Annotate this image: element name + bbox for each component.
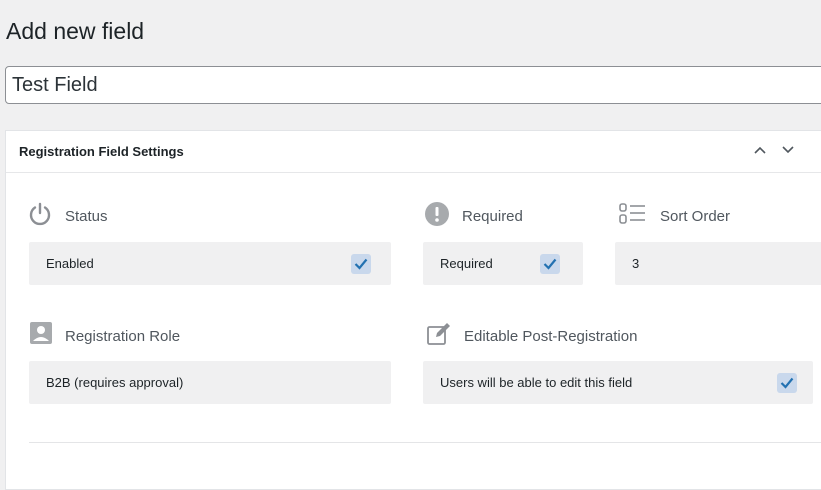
panel-header: Registration Field Settings [6, 131, 821, 173]
editable-label: Editable Post-Registration [464, 327, 638, 345]
required-field[interactable]: Required [423, 242, 583, 285]
registration-role-field[interactable]: B2B (requires approval) [29, 361, 391, 404]
required-value: Required [440, 256, 493, 271]
registration-role-label-row: Registration Role [29, 321, 180, 351]
status-label: Status [65, 207, 108, 225]
registration-role-value: B2B (requires approval) [46, 375, 184, 390]
chevron-up-icon[interactable] [750, 140, 770, 160]
edit-icon [426, 321, 452, 351]
power-icon [27, 201, 53, 231]
chevron-down-icon[interactable] [778, 140, 798, 160]
required-label-row: Required [424, 201, 523, 231]
field-title-input[interactable] [5, 66, 821, 104]
section-divider [29, 442, 821, 443]
editable-value: Users will be able to edit this field [440, 375, 633, 390]
status-checkbox[interactable] [351, 254, 371, 274]
status-value: Enabled [46, 256, 94, 271]
panel-title: Registration Field Settings [19, 144, 184, 159]
sort-order-field[interactable]: 3 [615, 242, 821, 285]
user-card-icon [29, 321, 53, 351]
sort-order-label-row: Sort Order [618, 201, 730, 231]
sort-numeric-icon [618, 201, 648, 231]
page-title: Add new field [6, 18, 145, 44]
status-label-row: Status [27, 201, 108, 231]
exclamation-icon [424, 201, 450, 231]
required-label: Required [462, 207, 523, 225]
sort-order-label: Sort Order [660, 207, 731, 225]
sort-order-value: 3 [632, 256, 640, 271]
status-field[interactable]: Enabled [29, 242, 391, 285]
required-checkbox[interactable] [540, 254, 560, 274]
editable-label-row: Editable Post-Registration [426, 321, 637, 351]
registration-role-label: Registration Role [65, 327, 181, 345]
editable-field[interactable]: Users will be able to edit this field [423, 361, 813, 404]
registration-settings-panel: Registration Field Settings Status Enabl… [5, 130, 821, 490]
editable-checkbox[interactable] [777, 373, 797, 393]
